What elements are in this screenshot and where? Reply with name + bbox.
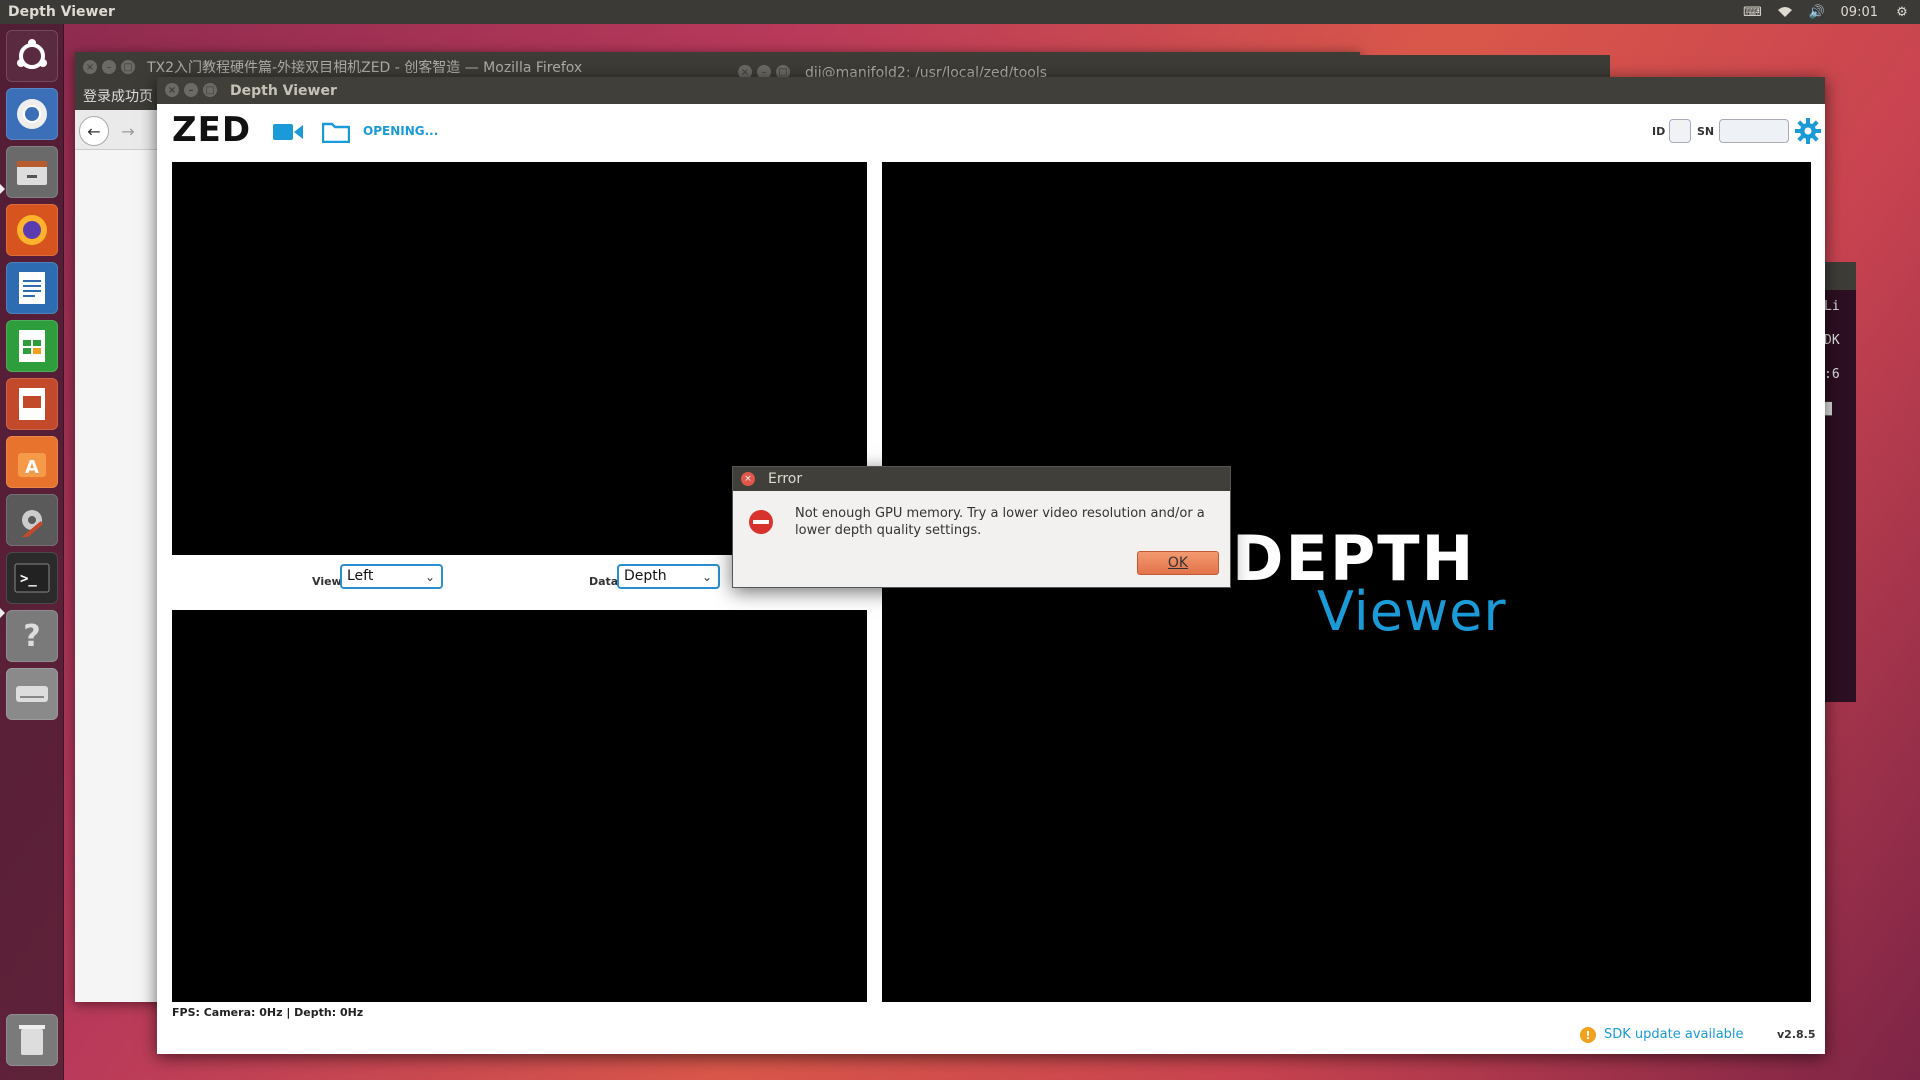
ubuntu-logo-icon[interactable] <box>6 30 58 82</box>
terminal-icon[interactable]: >_ <box>6 552 58 604</box>
help-icon[interactable]: ? <box>6 610 58 662</box>
indicator-area: ⌨ 🔊 09:01 ⚙ <box>1743 0 1910 24</box>
impress-icon[interactable] <box>6 378 58 430</box>
dialog-message: Not enough GPU memory. Try a lower video… <box>795 506 1205 538</box>
firefox-icon[interactable] <box>6 204 58 256</box>
gear-icon[interactable] <box>1795 118 1821 144</box>
toolbar: ZED OPENING... ID SN <box>157 104 1825 158</box>
firefox-title: TX2入门教程硬件篇-外接双目相机ZED - 创客智造 — Mozilla Fi… <box>147 60 583 76</box>
depth-viewer-titlebar[interactable]: × – □ Depth Viewer <box>157 77 1825 104</box>
fps-readout: FPS: Camera: 0Hz | Depth: 0Hz <box>172 1006 364 1019</box>
view-select[interactable]: Left ⌄ <box>340 564 443 589</box>
version-label: v2.8.5 <box>1777 1028 1816 1041</box>
id-field[interactable] <box>1669 119 1691 143</box>
power-gear-icon[interactable]: ⚙ <box>1894 5 1910 20</box>
dialog-title: Error <box>768 471 803 487</box>
id-label: ID <box>1652 125 1666 138</box>
window-controls: × – □ <box>83 60 135 74</box>
svg-text:>_: >_ <box>20 571 37 587</box>
volume-icon[interactable]: 🔊 <box>1808 5 1824 20</box>
view-select-value: Left <box>347 568 374 584</box>
dialog-titlebar[interactable]: × Error <box>733 467 1230 491</box>
error-dialog: × Error Not enough GPU memory. Try a low… <box>732 466 1231 588</box>
view-label: View <box>312 575 342 588</box>
top-panel: Depth Viewer ⌨ 🔊 09:01 ⚙ <box>0 0 1920 24</box>
depth-image-view <box>172 610 867 1002</box>
svg-text:A: A <box>25 457 39 478</box>
terminal-line: ▇ <box>1824 401 1832 416</box>
folder-icon[interactable] <box>322 121 350 143</box>
error-stop-icon <box>749 510 773 534</box>
window-title: Depth Viewer <box>230 82 337 99</box>
terminal-line: :6 <box>1824 367 1840 382</box>
forward-arrow-icon[interactable]: → <box>113 116 143 146</box>
chromium-icon[interactable] <box>6 88 58 140</box>
maximize-icon[interactable]: □ <box>203 83 217 97</box>
terminal-line: Li <box>1824 299 1840 314</box>
sn-label: SN <box>1697 125 1715 138</box>
data-select[interactable]: Depth ⌄ <box>617 564 720 589</box>
wifi-icon[interactable] <box>1777 5 1793 19</box>
terminal-content-strip: Li DK :6 ▇ <box>1820 262 1856 702</box>
running-indicator <box>0 608 5 618</box>
minimize-icon[interactable]: – <box>184 83 198 97</box>
chevron-down-icon: ⌄ <box>701 570 712 584</box>
maximize-icon[interactable]: □ <box>121 60 135 74</box>
trash-icon[interactable] <box>6 1014 58 1066</box>
zed-logo: ZED <box>172 110 252 150</box>
close-icon[interactable]: × <box>741 472 755 486</box>
data-select-value: Depth <box>624 568 667 584</box>
sdk-update-link[interactable]: SDK update available <box>1604 1027 1744 1042</box>
minimize-icon[interactable]: – <box>102 60 116 74</box>
clock[interactable]: 09:01 <box>1841 5 1878 20</box>
video-camera-icon[interactable] <box>273 122 303 142</box>
close-icon[interactable]: × <box>165 83 179 97</box>
launcher: A >_ ? <box>0 24 64 1080</box>
back-arrow-icon[interactable]: ← <box>79 116 109 146</box>
brand-viewer-text: Viewer <box>1317 580 1507 643</box>
ok-button[interactable]: OK <box>1137 551 1219 575</box>
keyboard-icon[interactable]: ⌨ <box>1743 5 1762 20</box>
calc-icon[interactable] <box>6 320 58 372</box>
running-indicator <box>0 184 5 194</box>
window-controls: × – □ <box>165 83 217 97</box>
sn-field[interactable] <box>1719 119 1789 143</box>
files-icon[interactable] <box>6 146 58 198</box>
writer-icon[interactable] <box>6 262 58 314</box>
warning-icon: ! <box>1580 1027 1596 1043</box>
settings-tools-icon[interactable] <box>6 494 58 546</box>
camera-status: OPENING... <box>363 124 439 138</box>
data-label: Data <box>589 575 619 588</box>
terminal-line: DK <box>1824 333 1840 348</box>
software-center-icon[interactable]: A <box>6 436 58 488</box>
disk-drive-icon[interactable] <box>6 668 58 720</box>
active-app-title: Depth Viewer <box>8 4 115 20</box>
firefox-tab[interactable]: 登录成功页 <box>75 82 165 110</box>
ok-button-label: OK <box>1167 555 1189 571</box>
close-icon[interactable]: × <box>83 60 97 74</box>
firefox-navbar: ← → <box>75 110 165 150</box>
chevron-down-icon: ⌄ <box>424 570 435 584</box>
